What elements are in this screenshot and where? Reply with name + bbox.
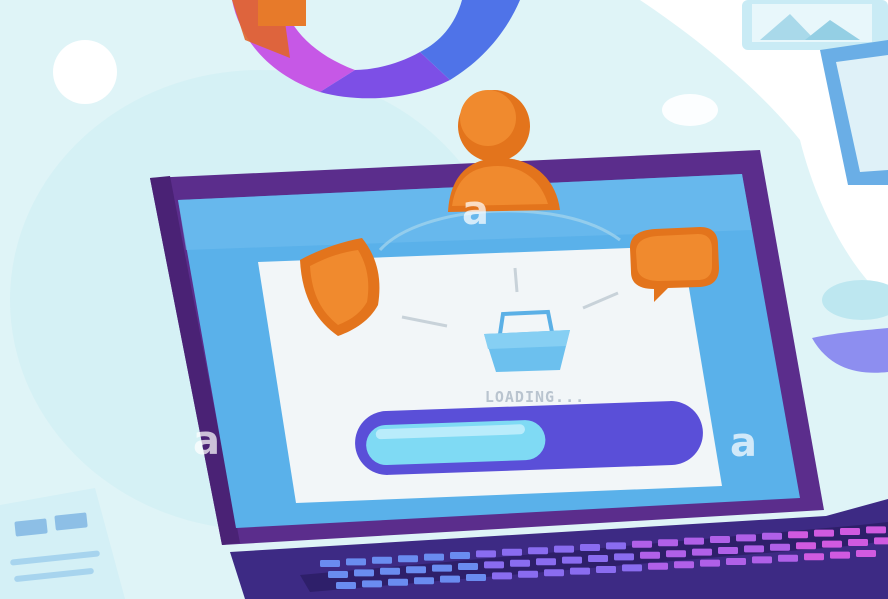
keyboard-key xyxy=(866,526,886,534)
keyboard-key xyxy=(632,540,652,548)
keyboard-key xyxy=(458,563,478,570)
keyboard-key xyxy=(778,554,798,562)
keyboard-key xyxy=(606,542,626,550)
keyboard-key xyxy=(466,574,486,581)
keyboard-key xyxy=(726,558,746,565)
keyboard-key xyxy=(398,555,418,563)
keyboard-key xyxy=(432,564,452,572)
keyboard-key xyxy=(840,528,860,535)
keyboard-key xyxy=(502,548,522,556)
keyboard-key xyxy=(788,531,808,539)
decor-dot xyxy=(53,40,117,104)
keyboard-key xyxy=(700,559,720,567)
keyboard-key xyxy=(804,553,824,561)
keyboard-key xyxy=(822,540,842,548)
keyboard-key xyxy=(414,577,434,585)
keyboard-key xyxy=(562,556,582,564)
keyboard-key xyxy=(736,534,756,542)
keyboard-key xyxy=(744,545,764,553)
keyboard-key xyxy=(770,543,790,551)
keyboard-key xyxy=(320,560,340,567)
keyboard-key xyxy=(510,559,530,567)
keyboard-key xyxy=(684,537,704,545)
keyboard-key xyxy=(484,561,504,569)
keyboard-key xyxy=(346,558,366,566)
keyboard-key xyxy=(476,550,496,558)
keyboard-key xyxy=(388,578,408,586)
keyboard-key xyxy=(580,544,600,551)
keyboard-key xyxy=(830,551,850,559)
keyboard-key xyxy=(718,547,738,554)
keyboard-key xyxy=(528,547,548,555)
loading-label: LOADING... xyxy=(484,388,586,406)
keyboard-key xyxy=(424,553,444,561)
watermark-glyph: a xyxy=(730,420,757,466)
keyboard-key xyxy=(328,571,348,578)
keyboard-key xyxy=(856,550,876,557)
watermark-glyph: a xyxy=(462,188,489,234)
keyboard-key xyxy=(336,582,356,589)
keyboard-key xyxy=(596,566,616,573)
keyboard-key xyxy=(380,567,400,575)
keyboard-key xyxy=(674,561,694,569)
keyboard-key xyxy=(372,556,392,564)
progress-bar xyxy=(355,401,703,475)
keyboard-key xyxy=(440,575,460,583)
keyboard-key xyxy=(848,539,868,546)
keyboard-key xyxy=(406,566,426,574)
keyboard-key xyxy=(354,569,374,577)
keyboard-key xyxy=(362,580,382,588)
keyboard-key xyxy=(874,537,888,545)
keyboard-key xyxy=(570,567,590,575)
keyboard-key xyxy=(640,551,660,559)
keyboard-key xyxy=(762,532,782,540)
keyboard-key xyxy=(588,555,608,562)
laptop-loading-illustration xyxy=(0,0,888,599)
keyboard-key xyxy=(622,564,642,572)
keyboard-key xyxy=(658,539,678,547)
keyboard-key xyxy=(554,545,574,553)
watermark-glyph: a xyxy=(193,418,220,464)
keyboard-key xyxy=(614,553,634,561)
keyboard-key xyxy=(544,569,564,577)
keyboard-key xyxy=(648,562,668,570)
keyboard-key xyxy=(450,552,470,559)
keyboard-key xyxy=(536,558,556,566)
keyboard-key xyxy=(752,556,772,564)
keyboard-key xyxy=(796,542,816,550)
keyboard-key xyxy=(492,572,512,580)
keyboard-key xyxy=(710,536,730,543)
decor-cloud xyxy=(662,94,718,126)
keyboard-key xyxy=(692,548,712,556)
keyboard-key xyxy=(666,550,686,558)
keyboard-key xyxy=(814,529,834,537)
keyboard-key xyxy=(518,570,538,578)
tick-top xyxy=(513,267,519,293)
